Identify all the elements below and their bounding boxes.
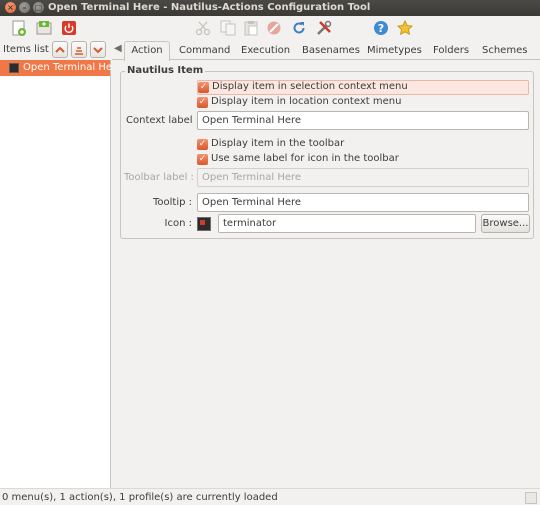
terminal-icon — [9, 63, 19, 73]
icon-label: Icon : — [164, 218, 192, 229]
tab-bar: ◀ Action Command Execution Basenames Mim… — [112, 40, 540, 61]
tab-basenames[interactable]: Basenames — [302, 43, 360, 60]
checkbox-checked-icon: ✓ — [197, 139, 208, 150]
expand-all-button[interactable] — [90, 41, 106, 58]
svg-text:?: ? — [378, 22, 384, 35]
toolbar-label-label: Toolbar label : — [124, 172, 194, 183]
display-selection-checkbox[interactable]: ✓ Display item in selection context menu — [197, 80, 529, 95]
display-toolbar-label: Display item in the toolbar — [211, 138, 345, 149]
display-location-checkbox[interactable]: ✓ Display item in location context menu — [197, 96, 497, 110]
delete-icon[interactable] — [265, 19, 283, 37]
context-label-field[interactable]: Open Terminal Here — [197, 111, 529, 130]
checkbox-checked-icon: ✓ — [197, 154, 208, 165]
display-toolbar-checkbox[interactable]: ✓ Display item in the toolbar — [197, 138, 497, 152]
resize-grip-icon[interactable] — [525, 492, 537, 504]
sort-button[interactable] — [71, 41, 87, 58]
checkbox-checked-icon: ✓ — [198, 82, 209, 93]
toolbar: ? — [0, 16, 540, 40]
chevron-down-icon — [93, 46, 103, 53]
icon-field[interactable]: terminator — [218, 214, 476, 233]
undo-icon[interactable] — [290, 19, 308, 37]
display-selection-label: Display item in selection context menu — [212, 81, 408, 92]
window-title: Open Terminal Here - Nautilus-Actions Co… — [48, 2, 371, 13]
list-item[interactable]: Open Terminal Here — [0, 60, 122, 76]
checkbox-checked-icon: ✓ — [197, 97, 208, 108]
new-menu-icon[interactable] — [10, 19, 28, 37]
tab-command[interactable]: Command — [179, 43, 230, 60]
copy-icon[interactable] — [219, 19, 237, 37]
items-list-label: Items list : — [3, 44, 56, 55]
tooltip-field[interactable]: Open Terminal Here — [197, 193, 529, 212]
collapse-all-button[interactable] — [52, 41, 68, 58]
tab-scroll-left-icon[interactable]: ◀ — [114, 43, 122, 54]
maximize-window-button[interactable]: □ — [33, 2, 44, 13]
cut-icon[interactable] — [194, 19, 212, 37]
title-bar: × – □ Open Terminal Here - Nautilus-Acti… — [0, 0, 540, 16]
items-list[interactable]: Open Terminal Here — [0, 60, 122, 488]
tab-execution[interactable]: Execution — [241, 43, 290, 60]
same-label-checkbox[interactable]: ✓ Use same label for icon in the toolbar — [197, 153, 497, 167]
display-location-label: Display item in location context menu — [211, 96, 402, 107]
sort-icon — [75, 46, 83, 55]
tab-mimetypes[interactable]: Mimetypes — [367, 43, 422, 60]
terminal-icon — [197, 217, 211, 231]
browse-button[interactable]: Browse... — [481, 214, 530, 233]
status-text: 0 menu(s), 1 action(s), 1 profile(s) are… — [2, 492, 278, 503]
preferences-icon[interactable] — [315, 19, 333, 37]
paste-icon[interactable] — [242, 19, 260, 37]
context-label-label: Context label : — [126, 115, 200, 126]
frame-title: Nautilus Item — [125, 65, 206, 76]
new-action-icon[interactable] — [35, 19, 53, 37]
minimize-window-button[interactable]: – — [19, 2, 30, 13]
quit-icon[interactable] — [60, 19, 78, 37]
items-list-header: Items list : — [0, 40, 112, 60]
chevron-up-icon — [55, 46, 65, 53]
tooltip-label: Tooltip : — [152, 197, 192, 208]
status-bar: 0 menu(s), 1 action(s), 1 profile(s) are… — [0, 488, 540, 505]
help-icon[interactable]: ? — [372, 19, 390, 37]
close-window-button[interactable]: × — [5, 2, 16, 13]
same-label-label: Use same label for icon in the toolbar — [211, 153, 399, 164]
tab-action[interactable]: Action — [124, 41, 170, 61]
toolbar-label-field: Open Terminal Here — [197, 168, 529, 187]
tab-folders[interactable]: Folders — [433, 43, 469, 60]
list-item-label: Open Terminal Here — [23, 62, 123, 73]
about-icon[interactable] — [396, 19, 414, 37]
tab-schemes[interactable]: Schemes — [482, 43, 527, 60]
